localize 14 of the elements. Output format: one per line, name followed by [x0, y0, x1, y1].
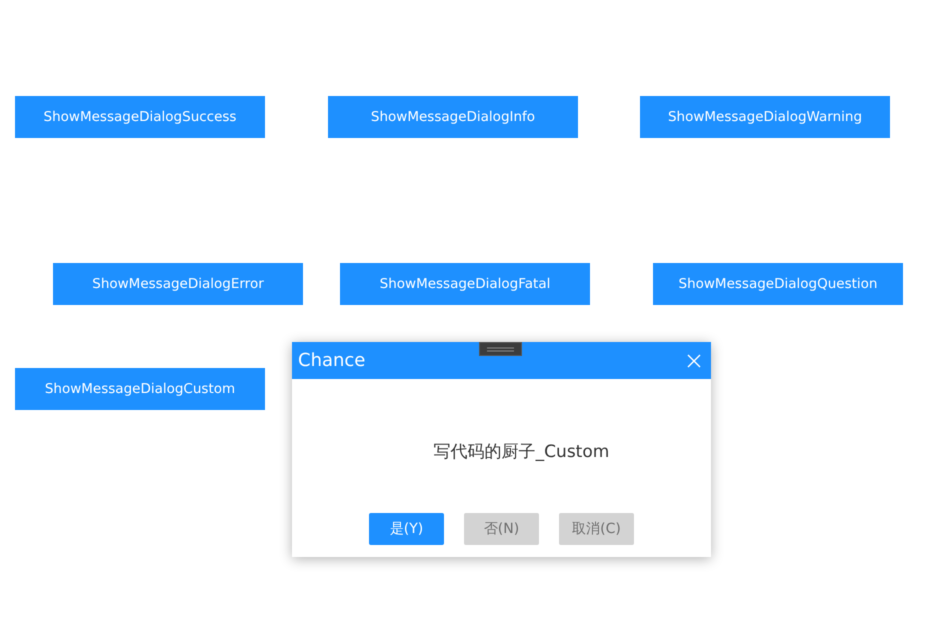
- dialog-button[interactable]: 是(Y): [369, 513, 444, 545]
- show-dialog-button[interactable]: ShowMessageDialogQuestion: [653, 263, 903, 305]
- dialog-title: Chance: [298, 350, 366, 371]
- show-dialog-button[interactable]: ShowMessageDialogWarning: [640, 96, 890, 138]
- show-dialog-button[interactable]: ShowMessageDialogCustom: [15, 368, 265, 410]
- dialog-button[interactable]: 否(N): [464, 513, 539, 545]
- dialog-button[interactable]: 取消(C): [559, 513, 634, 545]
- show-dialog-button[interactable]: ShowMessageDialogError: [53, 263, 303, 305]
- dialog-message: 写代码的厨子_Custom: [434, 440, 610, 462]
- show-dialog-button[interactable]: ShowMessageDialogSuccess: [15, 96, 265, 138]
- show-dialog-button[interactable]: ShowMessageDialogInfo: [328, 96, 578, 138]
- close-icon[interactable]: [687, 354, 701, 368]
- drag-handle-icon[interactable]: [479, 342, 522, 356]
- show-dialog-button[interactable]: ShowMessageDialogFatal: [340, 263, 590, 305]
